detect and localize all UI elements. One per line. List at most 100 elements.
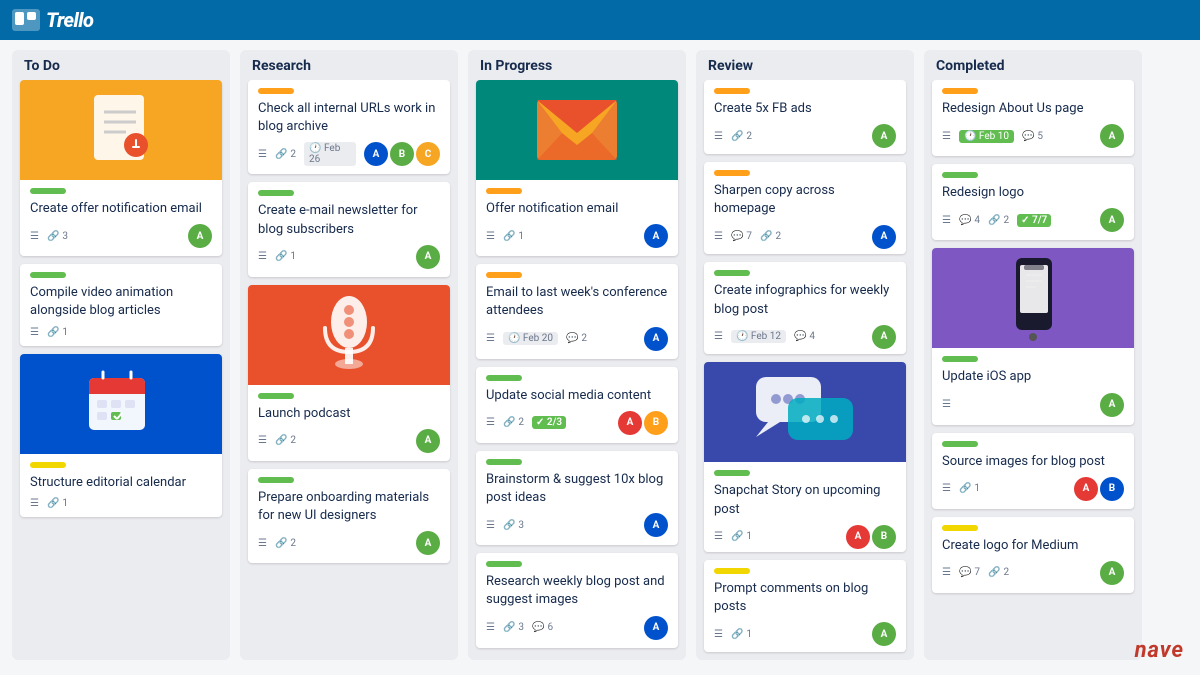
card-checklist-badge: ✓ 7/7 [1017, 214, 1051, 227]
list-item[interactable]: Structure editorial calendar ☰🔗 1 [20, 354, 222, 517]
card-title: Brainstorm & suggest 10x blog post ideas [486, 471, 668, 507]
column-completed: Completed Redesign About Us page ☰🕐 Feb … [924, 50, 1142, 660]
card-menu-icon: ☰ [30, 498, 39, 509]
card-meta: ☰🔗 2✓ 2/3AB [486, 411, 668, 435]
list-item[interactable]: Research weekly blog post and suggest im… [476, 553, 678, 647]
avatar: A [846, 525, 870, 549]
card-meta: ☰🔗 2🕐 Feb 26ABC [258, 142, 440, 166]
card-image-phone [932, 248, 1134, 348]
card-attach-icon: 🔗 3 [47, 231, 68, 242]
list-item[interactable]: Prepare onboarding materials for new UI … [248, 469, 450, 563]
card-label [30, 272, 66, 278]
list-item[interactable]: Redesign About Us page ☰🕐 Feb 10💬 5A [932, 80, 1134, 156]
card-meta: ☰🔗 1A [486, 224, 668, 248]
avatar: A [872, 225, 896, 249]
column-header: Completed [924, 50, 1142, 80]
card-meta: ☰🔗 2A [258, 429, 440, 453]
card-avatars: A [416, 531, 440, 555]
list-item[interactable]: Update iOS app ☰A [932, 248, 1134, 424]
header: Trello [0, 0, 1200, 40]
card-label [486, 188, 522, 194]
card-attach-icon: 🔗 1 [731, 629, 752, 640]
card-menu-icon: ☰ [942, 567, 951, 578]
card-avatars: ABC [364, 142, 440, 166]
card-image-mic [248, 285, 450, 385]
column-header: In Progress [468, 50, 686, 80]
card-avatars: A [644, 224, 668, 248]
card-meta: ☰🔗 3💬 6A [486, 616, 668, 640]
card-attach-icon: 🔗 1 [959, 483, 980, 494]
list-item[interactable]: Redesign logo ☰💬 4🔗 2✓ 7/7A [932, 164, 1134, 240]
card-label [258, 190, 294, 196]
card-title: Redesign logo [942, 184, 1124, 202]
card-body: Prompt comments on blog posts ☰🔗 1A [704, 560, 906, 652]
avatar: A [364, 142, 388, 166]
card-meta: ☰🔗 2A [258, 531, 440, 555]
card-avatars: A [1100, 208, 1124, 232]
card-body: Source images for blog post ☰🔗 1AB [932, 433, 1134, 509]
card-meta: ☰🔗 1A [258, 245, 440, 269]
list-item[interactable]: Check all internal URLs work in blog arc… [248, 80, 450, 174]
card-avatars: AB [846, 525, 896, 549]
card-meta: ☰🕐 Feb 20💬 2A [486, 327, 668, 351]
card-avatars: A [1100, 393, 1124, 417]
list-item[interactable]: Source images for blog post ☰🔗 1AB [932, 433, 1134, 509]
card-image-doc [20, 80, 222, 180]
card-avatars: A [1100, 124, 1124, 148]
card-meta: ☰🔗 3A [30, 224, 212, 248]
card-meta: ☰A [942, 393, 1124, 417]
list-item[interactable]: Create 5x FB ads ☰🔗 2A [704, 80, 906, 154]
list-item[interactable]: Sharpen copy across homepage ☰💬 7🔗 2A [704, 162, 906, 254]
avatar: A [1100, 124, 1124, 148]
card-menu-icon: ☰ [714, 629, 723, 640]
card-comment-icon: 💬 6 [532, 622, 553, 633]
card-title: Source images for blog post [942, 453, 1124, 471]
card-attach-icon: 🔗 1 [503, 231, 524, 242]
card-body: Create 5x FB ads ☰🔗 2A [704, 80, 906, 154]
card-menu-icon: ☰ [486, 520, 495, 531]
card-title: Update social media content [486, 387, 668, 405]
card-menu-icon: ☰ [714, 531, 723, 542]
list-item[interactable]: Email to last week's conference attendee… [476, 264, 678, 358]
avatar: A [1074, 477, 1098, 501]
card-meta: ☰🔗 2A [714, 124, 896, 148]
card-comment-icon: 💬 7 [959, 567, 980, 578]
card-label [942, 525, 978, 531]
card-avatars: A [1100, 561, 1124, 585]
card-body: Create logo for Medium ☰💬 7🔗 2A [932, 517, 1134, 593]
list-item[interactable]: Create infographics for weekly blog post… [704, 262, 906, 354]
list-item[interactable]: Create logo for Medium ☰💬 7🔗 2A [932, 517, 1134, 593]
list-item[interactable]: Snapchat Story on upcoming post ☰🔗 1AB [704, 362, 906, 552]
list-item[interactable]: Prompt comments on blog posts ☰🔗 1A [704, 560, 906, 652]
card-menu-icon: ☰ [714, 231, 723, 242]
list-item[interactable]: Launch podcast ☰🔗 2A [248, 285, 450, 461]
card-avatars: A [644, 327, 668, 351]
card-menu-icon: ☰ [30, 327, 39, 338]
card-body: Offer notification email ☰🔗 1A [476, 180, 678, 256]
list-item[interactable]: Brainstorm & suggest 10x blog post ideas… [476, 451, 678, 545]
card-meta: ☰💬 7🔗 2A [714, 225, 896, 249]
card-menu-icon: ☰ [714, 331, 723, 342]
list-item[interactable]: Create e-mail newsletter for blog subscr… [248, 182, 450, 276]
card-body: Create infographics for weekly blog post… [704, 262, 906, 354]
column-research: Research Check all internal URLs work in… [240, 50, 458, 660]
avatar: B [644, 411, 668, 435]
card-attach-icon: 🔗 2 [731, 131, 752, 142]
list-item[interactable]: Offer notification email ☰🔗 1A [476, 80, 678, 256]
card-avatars: A [416, 245, 440, 269]
avatar: A [1100, 208, 1124, 232]
card-title: Create e-mail newsletter for blog subscr… [258, 202, 440, 238]
column-review: Review Create 5x FB ads ☰🔗 2A Sharpen co… [696, 50, 914, 660]
card-date: 🕐 Feb 26 [304, 142, 356, 166]
avatar: A [618, 411, 642, 435]
avatar: A [416, 531, 440, 555]
list-item[interactable]: Compile video animation alongside blog a… [20, 264, 222, 345]
card-body: Compile video animation alongside blog a… [20, 264, 222, 345]
avatar: B [872, 525, 896, 549]
card-meta: ☰🕐 Feb 12💬 4A [714, 325, 896, 349]
list-item[interactable]: Create offer notification email ☰🔗 3A [20, 80, 222, 256]
card-title: Redesign About Us page [942, 100, 1124, 118]
list-item[interactable]: Update social media content ☰🔗 2✓ 2/3AB [476, 367, 678, 443]
card-label [486, 272, 522, 278]
card-attach-icon: 🔗 2 [988, 215, 1009, 226]
